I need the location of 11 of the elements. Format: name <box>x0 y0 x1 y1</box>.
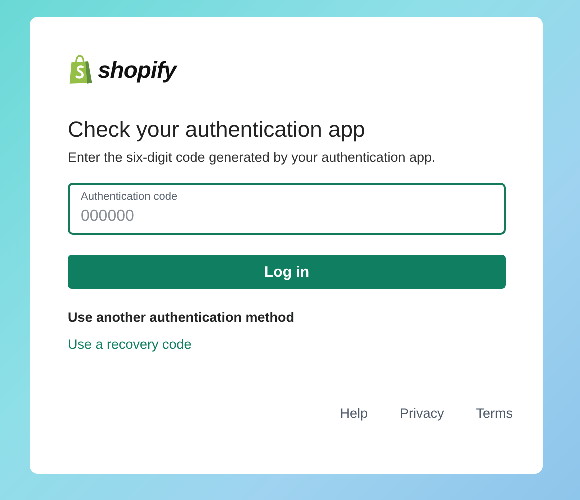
logo-wordmark: shopify <box>98 56 176 84</box>
field-label: Authentication code <box>81 191 178 203</box>
recovery-code-link[interactable]: Use a recovery code <box>68 337 192 352</box>
shopping-bag-icon <box>68 55 94 85</box>
instruction-text: Enter the six-digit code generated by your authentication app. <box>68 150 437 165</box>
log-in-button[interactable]: Log in <box>68 255 506 289</box>
footer-link[interactable]: Help <box>340 406 368 421</box>
alternative-method-heading: Use another authentication method <box>68 310 295 325</box>
page-heading: Check your authentication app <box>68 117 366 143</box>
footer-link[interactable]: Privacy <box>400 406 444 421</box>
footer-link[interactable]: Terms <box>476 406 513 421</box>
